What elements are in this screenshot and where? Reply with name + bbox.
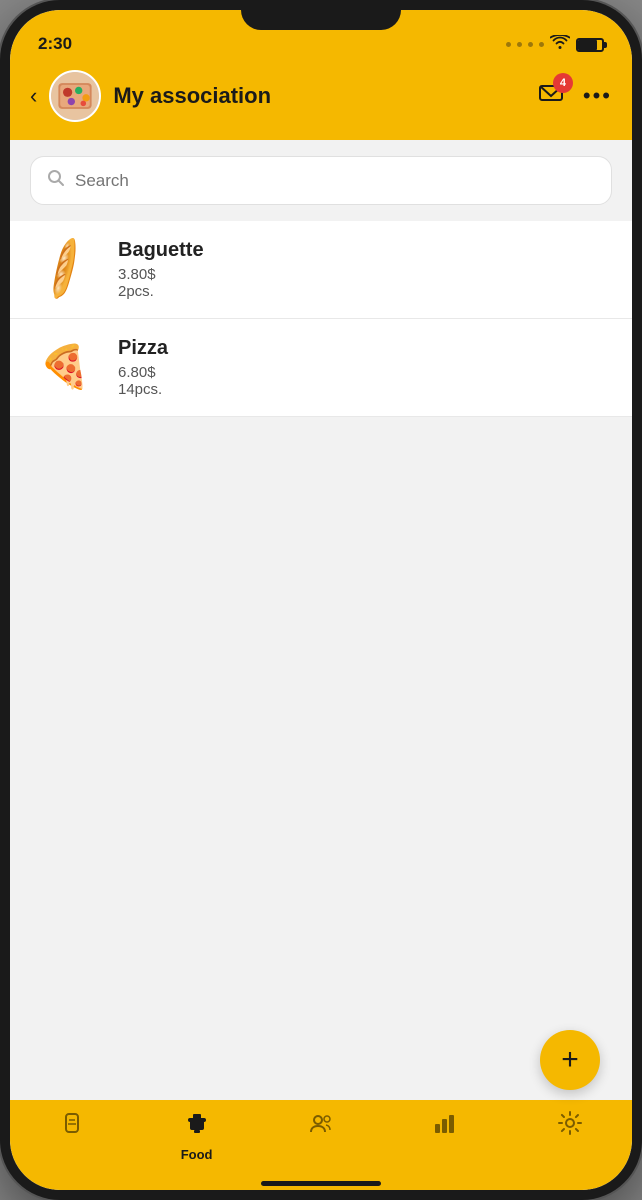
items-list: 🥖 Baguette 3.80$ 2pcs. 🍕 Pizza 6 (10, 221, 632, 417)
signal-dot-4 (539, 42, 544, 47)
notification-badge: 4 (553, 73, 573, 93)
item-price: 3.80$ (118, 266, 204, 283)
battery-icon (576, 38, 604, 52)
settings-icon (557, 1110, 583, 1143)
food-nav-label: Food (181, 1147, 213, 1162)
item-name: Baguette (118, 239, 204, 262)
list-item[interactable]: 🍕 Pizza 6.80$ 14pcs. (10, 319, 632, 417)
sidebar-item-settings[interactable] (508, 1110, 632, 1143)
stats-icon (432, 1110, 458, 1143)
header: ‹ My association (10, 60, 632, 140)
sidebar-item-members[interactable] (259, 1110, 383, 1143)
search-input[interactable] (75, 171, 595, 191)
notch (241, 0, 401, 30)
sidebar-item-drinks[interactable] (10, 1110, 134, 1143)
search-container (10, 140, 632, 221)
content-area: 🥖 Baguette 3.80$ 2pcs. 🍕 Pizza 6 (10, 140, 632, 1100)
item-name: Pizza (118, 337, 168, 360)
signal-dot-1 (506, 42, 511, 47)
signal-dot-2 (517, 42, 522, 47)
search-bar[interactable] (30, 156, 612, 205)
back-button[interactable]: ‹ (30, 83, 37, 109)
sidebar-item-stats[interactable] (383, 1110, 507, 1143)
empty-space (10, 417, 632, 1100)
sidebar-item-food[interactable]: Food (134, 1110, 258, 1162)
phone-frame: 2:30 (0, 0, 642, 1200)
item-image-pizza: 🍕 (30, 338, 100, 398)
bottom-nav: Food (10, 1100, 632, 1190)
notification-button[interactable]: 4 (537, 79, 565, 114)
home-indicator (261, 1181, 381, 1186)
drinks-icon (59, 1110, 85, 1143)
item-price: 6.80$ (118, 364, 168, 381)
search-icon (47, 169, 65, 192)
wifi-icon (550, 35, 570, 54)
phone-screen: 2:30 (10, 10, 632, 1190)
more-button[interactable]: ••• (583, 83, 612, 109)
item-count: 2pcs. (118, 283, 204, 300)
add-fab-button[interactable]: + (540, 1030, 600, 1090)
list-item[interactable]: 🥖 Baguette 3.80$ 2pcs. (10, 221, 632, 319)
members-icon (308, 1110, 334, 1143)
header-title: My association (113, 83, 271, 109)
status-icons (506, 35, 604, 54)
signal-dot-3 (528, 42, 533, 47)
avatar (49, 70, 101, 122)
food-icon (184, 1110, 210, 1143)
item-count: 14pcs. (118, 381, 168, 398)
item-image-baguette: 🥖 (30, 240, 100, 300)
status-time: 2:30 (38, 34, 72, 54)
